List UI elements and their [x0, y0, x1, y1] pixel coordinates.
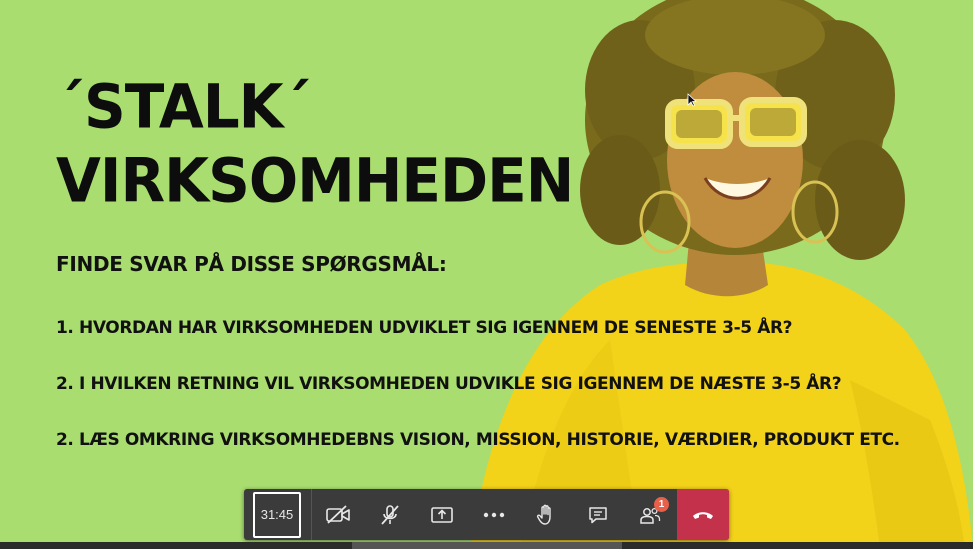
slide-question-2: 2. I HVILKEN RETNING VIL VIRKSOMHEDEN UD… — [56, 374, 842, 394]
bottom-stage-strip — [0, 542, 973, 549]
slide-question-1: 1. HVORDAN HAR VIRKSOMHEDEN UDVIKLET SIG… — [56, 318, 793, 338]
mic-toggle-button[interactable] — [364, 489, 416, 540]
chat-button[interactable] — [572, 489, 624, 540]
phone-hangup-icon — [693, 511, 713, 519]
slide-title: ´STALK´ VIRKSOMHEDEN — [56, 70, 574, 217]
slide-question-3: 2. LÆS OMKRING VIRKSOMHEDEBNS VISION, MI… — [56, 430, 900, 450]
share-screen-button[interactable] — [416, 489, 468, 540]
mic-off-icon — [381, 504, 399, 525]
chat-icon — [589, 506, 607, 523]
slide-title-line-2: VIRKSOMHEDEN — [56, 144, 574, 216]
hang-up-button[interactable] — [677, 489, 729, 540]
more-actions-button[interactable] — [468, 489, 520, 540]
meeting-controls-bar: 31:45 1 — [244, 489, 729, 540]
raise-hand-button[interactable] — [520, 489, 572, 540]
stage-scroll-indicator — [352, 542, 622, 549]
hand-icon — [536, 504, 551, 525]
mouse-cursor-icon — [687, 93, 697, 107]
participants-count-badge: 1 — [654, 497, 669, 512]
meeting-timer: 31:45 — [253, 491, 301, 538]
slide-title-line-1: ´STALK´ — [56, 71, 312, 143]
participants-button[interactable]: 1 — [624, 489, 676, 540]
slide-subtitle: FINDE SVAR PÅ DISSE SPØRGSMÅL: — [56, 252, 447, 276]
more-icon — [483, 512, 505, 517]
shared-screen: ´STALK´ VIRKSOMHEDEN FINDE SVAR PÅ DISSE… — [0, 0, 973, 549]
camera-toggle-button[interactable] — [312, 489, 364, 540]
share-screen-icon — [431, 506, 453, 523]
video-off-icon — [326, 504, 350, 524]
